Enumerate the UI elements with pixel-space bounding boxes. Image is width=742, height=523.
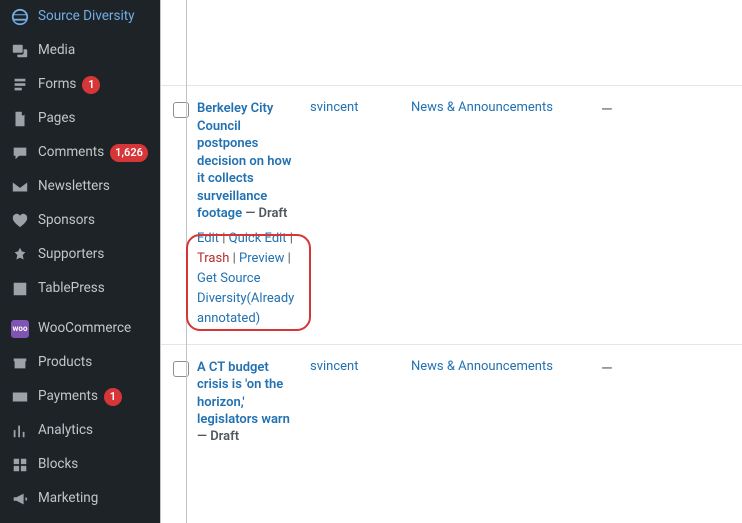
edit-link[interactable]: Edit xyxy=(197,231,219,246)
sidebar-label: TablePress xyxy=(38,280,105,298)
sidebar-item-pages[interactable]: Pages xyxy=(0,102,160,136)
badge: 1 xyxy=(82,76,100,94)
sidebar-item-woocommerce[interactable]: woo WooCommerce xyxy=(0,312,160,346)
quick-edit-link[interactable]: Quick Edit xyxy=(229,231,287,246)
sidebar-label: Supporters xyxy=(38,246,104,264)
page-icon xyxy=(10,109,30,129)
woo-icon: woo xyxy=(10,319,30,339)
pin-icon xyxy=(10,245,30,265)
posts-content: Berkeley City Council postpones decision… xyxy=(160,0,742,523)
chart-icon xyxy=(10,421,30,441)
heart-icon xyxy=(10,211,30,231)
previous-row-spacer xyxy=(161,0,742,85)
post-row: Berkeley City Council postpones decision… xyxy=(161,85,742,344)
sidebar-label: Sponsors xyxy=(38,212,95,230)
sidebar-label: Pages xyxy=(38,110,76,128)
category-link[interactable]: News & Announcements xyxy=(411,100,553,115)
sidebar-label: Comments xyxy=(38,144,104,162)
sidebar-label: Media xyxy=(38,42,75,60)
sidebar-label: Marketing xyxy=(38,490,98,508)
sidebar-item-sponsors[interactable]: Sponsors xyxy=(0,204,160,238)
sidebar-label: WooCommerce xyxy=(38,320,131,338)
sidebar-label: Newsletters xyxy=(38,178,110,196)
sidebar-item-marketing[interactable]: Marketing xyxy=(0,482,160,516)
sidebar-label: Blocks xyxy=(38,456,78,474)
author-link[interactable]: svincent xyxy=(310,100,358,115)
post-date: — xyxy=(601,359,613,377)
status-dash: — xyxy=(197,429,210,444)
post-title-link[interactable]: Berkeley City Council postpones decision… xyxy=(197,101,291,221)
media-icon xyxy=(10,41,30,61)
row-actions: Edit | Quick Edit | Trash | Preview | Ge… xyxy=(197,229,302,330)
sidebar-label: Payments xyxy=(38,388,98,406)
table-icon xyxy=(10,279,30,299)
sidebar-label: Analytics xyxy=(38,422,93,440)
sidebar-item-supporters[interactable]: Supporters xyxy=(0,238,160,272)
mail-icon xyxy=(10,177,30,197)
sidebar-item-payments[interactable]: Payments 1 xyxy=(0,380,160,414)
badge: 1,626 xyxy=(110,144,148,162)
sidebar-item-tablepress[interactable]: TablePress xyxy=(0,272,160,306)
post-date: — xyxy=(601,100,613,118)
checkbox-column-divider xyxy=(186,0,187,523)
preview-link[interactable]: Preview xyxy=(239,251,284,266)
status-dash: — xyxy=(245,206,258,221)
sidebar-item-forms[interactable]: Forms 1 xyxy=(0,68,160,102)
card-icon xyxy=(10,387,30,407)
sidebar-item-media[interactable]: Media xyxy=(0,34,160,68)
sidebar-label: Source Diversity xyxy=(38,8,135,26)
sidebar-item-newsletters[interactable]: Newsletters xyxy=(0,170,160,204)
comment-icon xyxy=(10,143,30,163)
post-title-link[interactable]: A CT budget crisis is 'on the horizon,' … xyxy=(197,360,290,428)
category-link[interactable]: News & Announcements xyxy=(411,359,553,374)
trash-link[interactable]: Trash xyxy=(197,251,229,266)
megaphone-icon xyxy=(10,489,30,509)
post-row: A CT budget crisis is 'on the horizon,' … xyxy=(161,344,742,458)
badge: 1 xyxy=(104,388,122,406)
globe-icon xyxy=(10,7,30,27)
sidebar-item-analytics[interactable]: Analytics xyxy=(0,414,160,448)
sidebar-label: Forms xyxy=(38,76,76,94)
sidebar-label: Products xyxy=(38,354,92,372)
forms-icon xyxy=(10,75,30,95)
sidebar-item-products[interactable]: Products xyxy=(0,346,160,380)
admin-sidebar: Source Diversity Media Forms 1 Pages Com… xyxy=(0,0,160,523)
sidebar-item-comments[interactable]: Comments 1,626 xyxy=(0,136,160,170)
sidebar-item-blocks[interactable]: Blocks xyxy=(0,448,160,482)
grid-icon xyxy=(10,455,30,475)
post-status: Draft xyxy=(259,206,288,221)
sidebar-item-source-diversity[interactable]: Source Diversity xyxy=(0,0,160,34)
author-link[interactable]: svincent xyxy=(310,359,358,374)
archive-icon xyxy=(10,353,30,373)
post-status: Draft xyxy=(210,429,239,444)
